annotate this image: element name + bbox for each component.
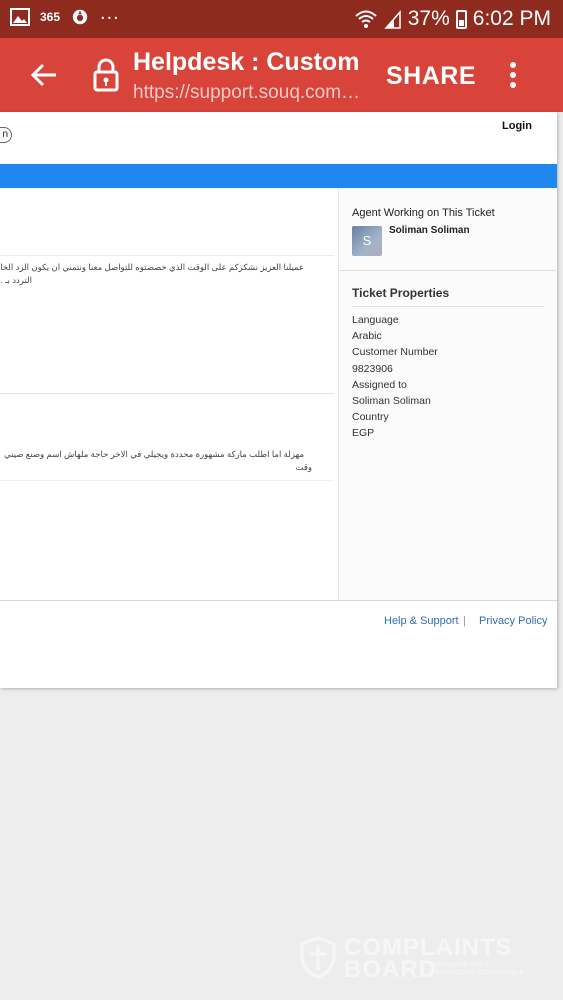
status-bar: 365 ... 37% 6:02 PM bbox=[0, 0, 563, 38]
overflow-menu-icon[interactable] bbox=[508, 62, 518, 90]
app-icon bbox=[72, 9, 88, 25]
message-text: وقت bbox=[295, 462, 312, 472]
divider bbox=[339, 270, 558, 271]
complaints-board-watermark: COMPLAINTS BOARD RESOLVE WITH CUSTOMER C… bbox=[300, 934, 540, 984]
clock: 6:02 PM bbox=[472, 7, 551, 30]
property-value: EGP bbox=[352, 427, 375, 440]
message-card: مهزلة اما اطلب ماركة مشهورة محددة ويجيلي… bbox=[0, 398, 334, 600]
property-value: Soliman Soliman bbox=[352, 394, 431, 407]
property-label: Customer Number bbox=[352, 346, 438, 359]
help-support-link[interactable]: Help & Support bbox=[384, 615, 459, 627]
browser-toolbar: Helpdesk : Custom… https://support.souq.… bbox=[0, 38, 563, 112]
property-label: Language bbox=[352, 314, 399, 326]
gallery-icon bbox=[10, 8, 30, 26]
header-pill-button[interactable]: n bbox=[0, 127, 12, 143]
url-bar[interactable]: https://support.souq.com… bbox=[133, 82, 359, 104]
divider bbox=[352, 306, 544, 307]
message-card: عميلنا العزيز نشكركم على الوقت الذي خصصت… bbox=[0, 188, 334, 394]
message-divider bbox=[0, 255, 334, 256]
status-right: 37% 6:02 PM bbox=[354, 7, 551, 31]
battery-percent: 37% bbox=[407, 7, 450, 30]
share-button[interactable]: SHARE bbox=[386, 62, 476, 91]
ticket-properties-heading: Ticket Properties bbox=[352, 286, 450, 300]
battery-icon bbox=[455, 9, 467, 29]
login-link[interactable]: Login bbox=[502, 120, 532, 132]
site-nav-bar bbox=[0, 164, 557, 188]
property-label: Assigned to bbox=[352, 378, 407, 391]
ticket-messages: عميلنا العزيز نشكركم على الوقت الذي خصصت… bbox=[0, 188, 338, 600]
page-title[interactable]: Helpdesk : Custom… bbox=[133, 48, 359, 77]
site-header: n Login bbox=[0, 112, 557, 164]
status-left: 365 ... bbox=[10, 2, 120, 26]
back-arrow-icon[interactable] bbox=[28, 60, 60, 90]
signal-icon bbox=[384, 10, 401, 29]
lock-icon[interactable] bbox=[92, 58, 120, 92]
message-text: مهزلة اما اطلب ماركة مشهورة محددة ويجيلي… bbox=[3, 449, 304, 459]
watermark-subtext: RESOLVE WITH CUSTOMER CONFIDENCE bbox=[436, 962, 525, 977]
property-label: Country bbox=[352, 411, 389, 424]
message-text: عميلنا العزيز نشكركم على الوقت الذي خصصت… bbox=[0, 262, 304, 272]
property-value: Arabic bbox=[352, 330, 382, 343]
avatar: S bbox=[352, 226, 382, 256]
message-text: التردد بـ .. bbox=[0, 275, 32, 285]
news-365-icon: 365 bbox=[40, 10, 61, 24]
agent-name: Soliman Soliman bbox=[389, 225, 470, 236]
privacy-policy-link[interactable]: Privacy Policy bbox=[479, 615, 547, 627]
footer-separator: | bbox=[463, 615, 466, 627]
ticket-properties-list: Language Arabic Customer Number 9823906 … bbox=[352, 312, 438, 442]
notification-overflow: ... bbox=[100, 1, 120, 24]
agent-heading: Agent Working on This Ticket bbox=[352, 207, 495, 219]
watermark-text: BOARD bbox=[344, 956, 437, 983]
message-divider bbox=[0, 480, 334, 481]
wifi-icon bbox=[355, 10, 377, 28]
ticket-sidebar: Agent Working on This Ticket S Soliman S… bbox=[338, 188, 558, 600]
shield-icon bbox=[300, 936, 336, 978]
site-footer: Help & Support | Privacy Policy bbox=[0, 601, 557, 688]
web-page: n Login عميلنا العزيز نشكركم على الوقت ا… bbox=[0, 112, 558, 688]
property-value: 9823906 bbox=[352, 362, 393, 375]
